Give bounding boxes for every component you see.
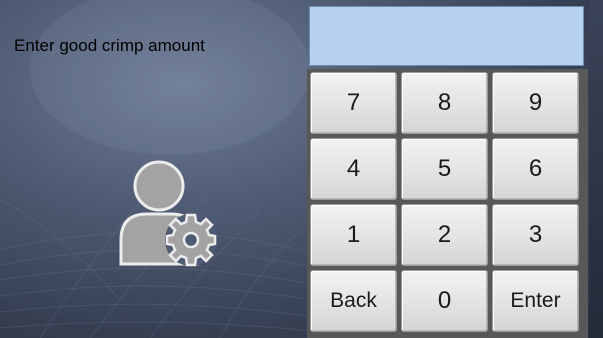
back-button[interactable]: Back: [310, 270, 397, 332]
key-8[interactable]: 8: [401, 72, 488, 134]
numeric-keypad: 7 8 9 4 5 6 1 2 3 Back 0 Enter: [307, 69, 588, 338]
right-edge: [589, 0, 603, 338]
key-4[interactable]: 4: [310, 138, 397, 200]
key-6[interactable]: 6: [492, 138, 579, 200]
amount-display[interactable]: [309, 6, 584, 66]
user-settings-icon: [119, 160, 217, 267]
key-0[interactable]: 0: [401, 270, 488, 332]
key-5[interactable]: 5: [401, 138, 488, 200]
key-1[interactable]: 1: [310, 204, 397, 266]
crimp-amount-screen: Enter good crimp amount 7 8 9 4 5 6 1 2 …: [0, 0, 603, 338]
key-2[interactable]: 2: [401, 204, 488, 266]
key-7[interactable]: 7: [310, 72, 397, 134]
enter-button[interactable]: Enter: [492, 270, 579, 332]
prompt-label: Enter good crimp amount: [14, 36, 205, 55]
key-3[interactable]: 3: [492, 204, 579, 266]
key-9[interactable]: 9: [492, 72, 579, 134]
